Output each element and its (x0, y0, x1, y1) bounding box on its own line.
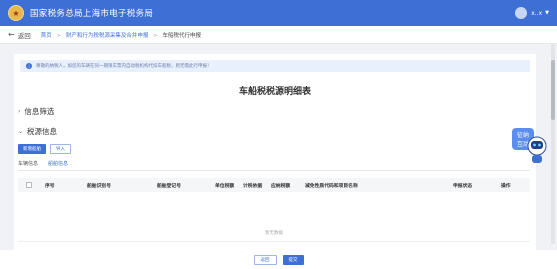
table-body: 暂无数据 (18, 192, 530, 242)
assistant-robot-icon[interactable]: 征纳 互动 (509, 126, 547, 166)
section-source-label: 税源信息 (27, 127, 58, 136)
back-label: 返回 (17, 31, 31, 40)
arrow-left-icon: ← (8, 30, 15, 39)
nav-bar: ← 返回 首页 > 财产和行为税税源采集及合并申报 > 车船税代行申报 (0, 26, 557, 44)
top-header: ★ 国家税务总局上海市电子税务局 x..x ▼ (0, 0, 557, 26)
robot-bubble-text-2: 互动 (517, 141, 529, 148)
info-icon: i (26, 63, 32, 69)
robot-eye (538, 143, 541, 147)
breadcrumb-property-tax[interactable]: 财产和行为税税源采集及合并申报 (66, 33, 149, 39)
col-header: 操作 (501, 183, 511, 189)
import-button[interactable]: 导入 (50, 144, 71, 154)
section-filter-toggle[interactable]: › 信息筛选 (18, 106, 54, 117)
alert-text: 尊敬的纳税人，如您的车辆在同一期限车票内自动税机构代扣车船税，则无需此行申报！ (36, 64, 212, 69)
select-all-cell (18, 182, 42, 188)
add-ship-button[interactable]: 新增船舶 (18, 144, 46, 154)
table-header: 序号 船舶识别号 船舶登记号 单位税额 计税依据 应纳税额 减免性质代码和项目名… (18, 178, 530, 192)
footer-back-button[interactable]: 返回 (253, 254, 277, 265)
user-name: x..x (531, 9, 543, 17)
breadcrumb-separator: > (56, 32, 62, 39)
main-panel: i 尊敬的纳税人，如您的车辆在同一期限车票内自动税机构代扣车船税，则无需此行申报… (14, 54, 536, 250)
select-all-checkbox[interactable] (26, 182, 32, 188)
breadcrumb-separator: > (153, 32, 158, 39)
col-header: 申报状态 (453, 183, 473, 189)
footer-bar: 返回 提交 (0, 250, 557, 269)
scrollbar-thumb[interactable] (551, 60, 555, 120)
col-header: 单位税额 (215, 183, 235, 189)
robot-eye (533, 143, 536, 147)
col-header: 序号 (45, 183, 55, 189)
robot-body (532, 155, 542, 163)
info-alert: i 尊敬的纳税人，如您的车辆在同一期限车票内自动税机构代扣车船税，则无需此行申报… (20, 60, 530, 72)
col-header: 船舶登记号 (157, 183, 181, 189)
robot-visor (531, 141, 543, 149)
avatar (515, 7, 528, 19)
robot-bubble-text-1: 征纳 (517, 131, 529, 139)
col-header: 船舶识别号 (87, 183, 111, 189)
submit-button[interactable]: 提交 (282, 254, 304, 265)
chevron-right-icon: › (18, 108, 21, 115)
user-menu[interactable]: x..x ▼ (515, 7, 549, 19)
col-header: 减免性质代码和项目名称 (305, 183, 358, 189)
breadcrumb: 首页 > 财产和行为税税源采集及合并申报 > 车船税代行申报 (41, 31, 201, 39)
empty-placeholder: 暂无数据 (265, 231, 283, 236)
section-filter-label: 信息筛选 (24, 107, 55, 116)
app-title: 国家税务总局上海市电子税务局 (30, 9, 154, 19)
tax-emblem-icon: ★ (8, 5, 24, 21)
breadcrumb-home[interactable]: 首页 (41, 33, 52, 39)
chevron-down-icon: ⌄ (18, 128, 24, 135)
col-header: 计税依据 (243, 183, 263, 189)
page-title: 车船税税源明细表 (238, 87, 311, 97)
breadcrumb-current: 车船税代行申报 (162, 32, 201, 39)
chevron-down-icon: ▼ (545, 10, 549, 16)
section-source-toggle[interactable]: ⌄ 税源信息 (18, 126, 57, 137)
action-buttons: 新增船舶 导入 (18, 144, 71, 154)
col-header: 应纳税额 (271, 183, 291, 189)
tab-divider (18, 170, 530, 171)
back-link[interactable]: ← 返回 (8, 30, 31, 40)
ship-table: 序号 船舶识别号 船舶登记号 单位税额 计税依据 应纳税额 减免性质代码和项目名… (18, 178, 530, 242)
